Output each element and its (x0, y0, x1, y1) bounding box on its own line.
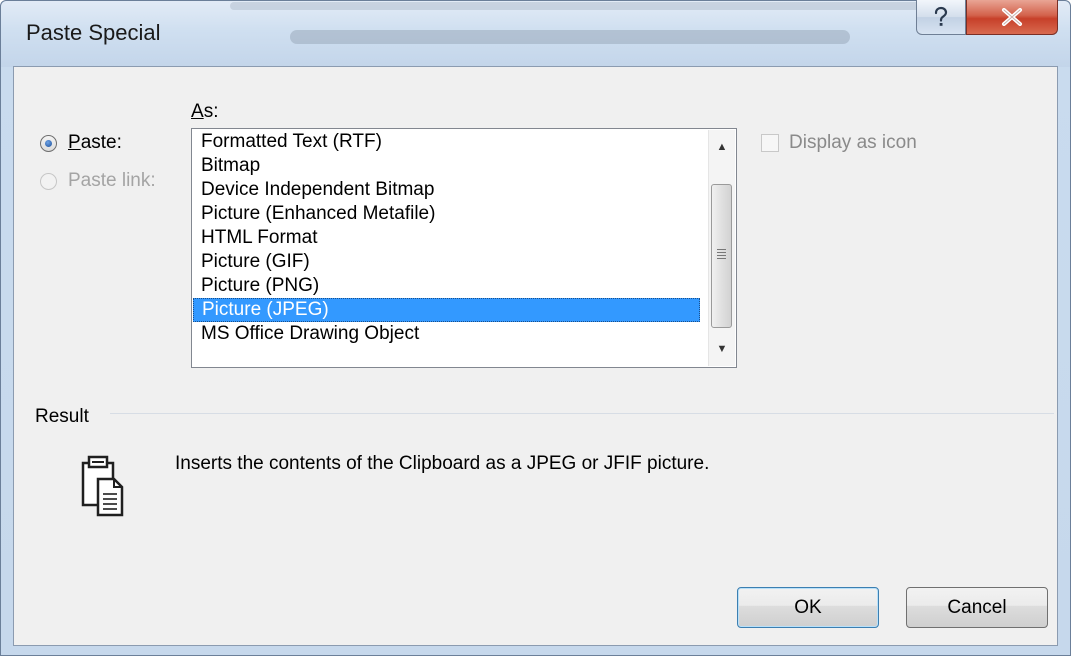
list-item[interactable]: Picture (PNG) (193, 274, 700, 298)
background-blur (290, 30, 850, 44)
format-list-items: Formatted Text (RTF) Bitmap Device Indep… (193, 130, 700, 346)
list-item[interactable]: Picture (Enhanced Metafile) (193, 202, 700, 226)
as-label: As: (191, 101, 219, 122)
result-description: Inserts the contents of the Clipboard as… (175, 453, 710, 474)
background-blur-2 (230, 2, 930, 10)
scroll-up-arrow-icon[interactable]: ▲ (709, 134, 735, 160)
radio-selected-dot (45, 140, 52, 147)
vertical-scrollbar[interactable]: ▲ ▼ (708, 130, 735, 366)
list-item[interactable]: Picture (GIF) (193, 250, 700, 274)
list-item-selected[interactable]: Picture (JPEG) (193, 298, 700, 322)
question-icon (934, 6, 948, 26)
close-icon (1002, 8, 1022, 26)
result-divider (110, 413, 1054, 414)
scroll-down-arrow-icon[interactable]: ▼ (709, 336, 735, 362)
scroll-thumb[interactable] (711, 184, 732, 328)
paste-label[interactable]: Paste: (68, 132, 122, 154)
paste-link-label: Paste link: (68, 170, 156, 191)
clipboard-paste-icon (80, 455, 128, 526)
result-heading: Result (35, 406, 89, 427)
window-title: Paste Special (26, 20, 161, 45)
list-item[interactable]: Bitmap (193, 154, 700, 178)
close-button[interactable] (966, 0, 1058, 35)
format-listbox[interactable]: Formatted Text (RTF) Bitmap Device Indep… (191, 128, 737, 368)
grip-icon (717, 249, 726, 259)
list-item[interactable]: MS Office Drawing Object (193, 322, 700, 346)
list-item[interactable]: HTML Format (193, 226, 700, 250)
display-as-icon-label: Display as icon (789, 132, 917, 153)
list-item[interactable]: Device Independent Bitmap (193, 178, 700, 202)
paste-radio[interactable] (40, 135, 57, 152)
ok-button[interactable]: OK (737, 587, 879, 628)
cancel-button[interactable]: Cancel (906, 587, 1048, 628)
list-item[interactable]: Formatted Text (RTF) (193, 130, 700, 154)
help-button[interactable] (916, 0, 966, 35)
display-as-icon-checkbox[interactable] (761, 134, 779, 152)
paste-link-radio[interactable] (40, 173, 57, 190)
